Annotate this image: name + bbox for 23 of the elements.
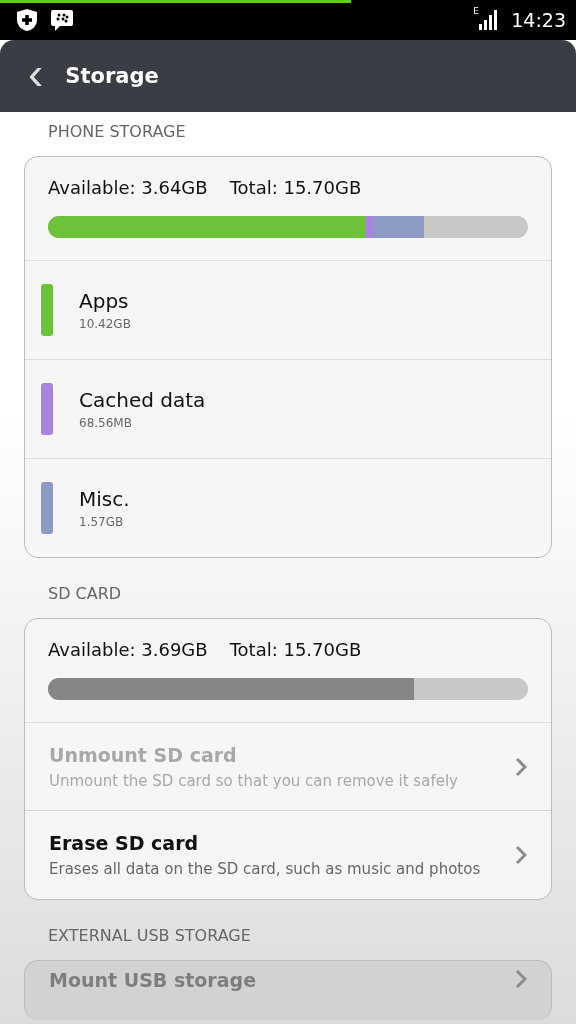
category-size: 68.56MB bbox=[79, 416, 133, 430]
chat-icon bbox=[50, 8, 74, 32]
back-button[interactable]: ‹ bbox=[22, 50, 50, 96]
category-size: 10.42GB bbox=[79, 317, 131, 331]
chevron-icon bbox=[515, 756, 527, 777]
settings-item[interactable]: Erase SD card Erases all data on the SD card, such as music and photos bbox=[25, 811, 551, 899]
category-name: Misc. bbox=[79, 487, 130, 511]
network-type: E bbox=[473, 6, 479, 16]
category-name: Cached data bbox=[79, 388, 206, 412]
category-name: Apps bbox=[79, 289, 130, 313]
screen-title: Storage bbox=[65, 64, 159, 88]
total-text: Total: 15.70GB bbox=[229, 177, 362, 198]
total-text: Total: 15.70GB bbox=[229, 639, 362, 660]
section-heading: SD CARD bbox=[47, 583, 123, 605]
available-text: Available: 3.69GB bbox=[48, 639, 208, 660]
available-text: Available: 3.64GB bbox=[48, 177, 208, 198]
section-heading: PHONE STORAGE bbox=[47, 121, 187, 143]
category-size: 1.57GB bbox=[79, 515, 125, 529]
chevron-icon bbox=[515, 969, 527, 989]
clock: 14:23 bbox=[511, 9, 566, 31]
section-heading: EXTERNAL USB STORAGE bbox=[47, 925, 252, 947]
chevron-icon bbox=[515, 845, 527, 865]
shield-icon bbox=[16, 8, 38, 32]
